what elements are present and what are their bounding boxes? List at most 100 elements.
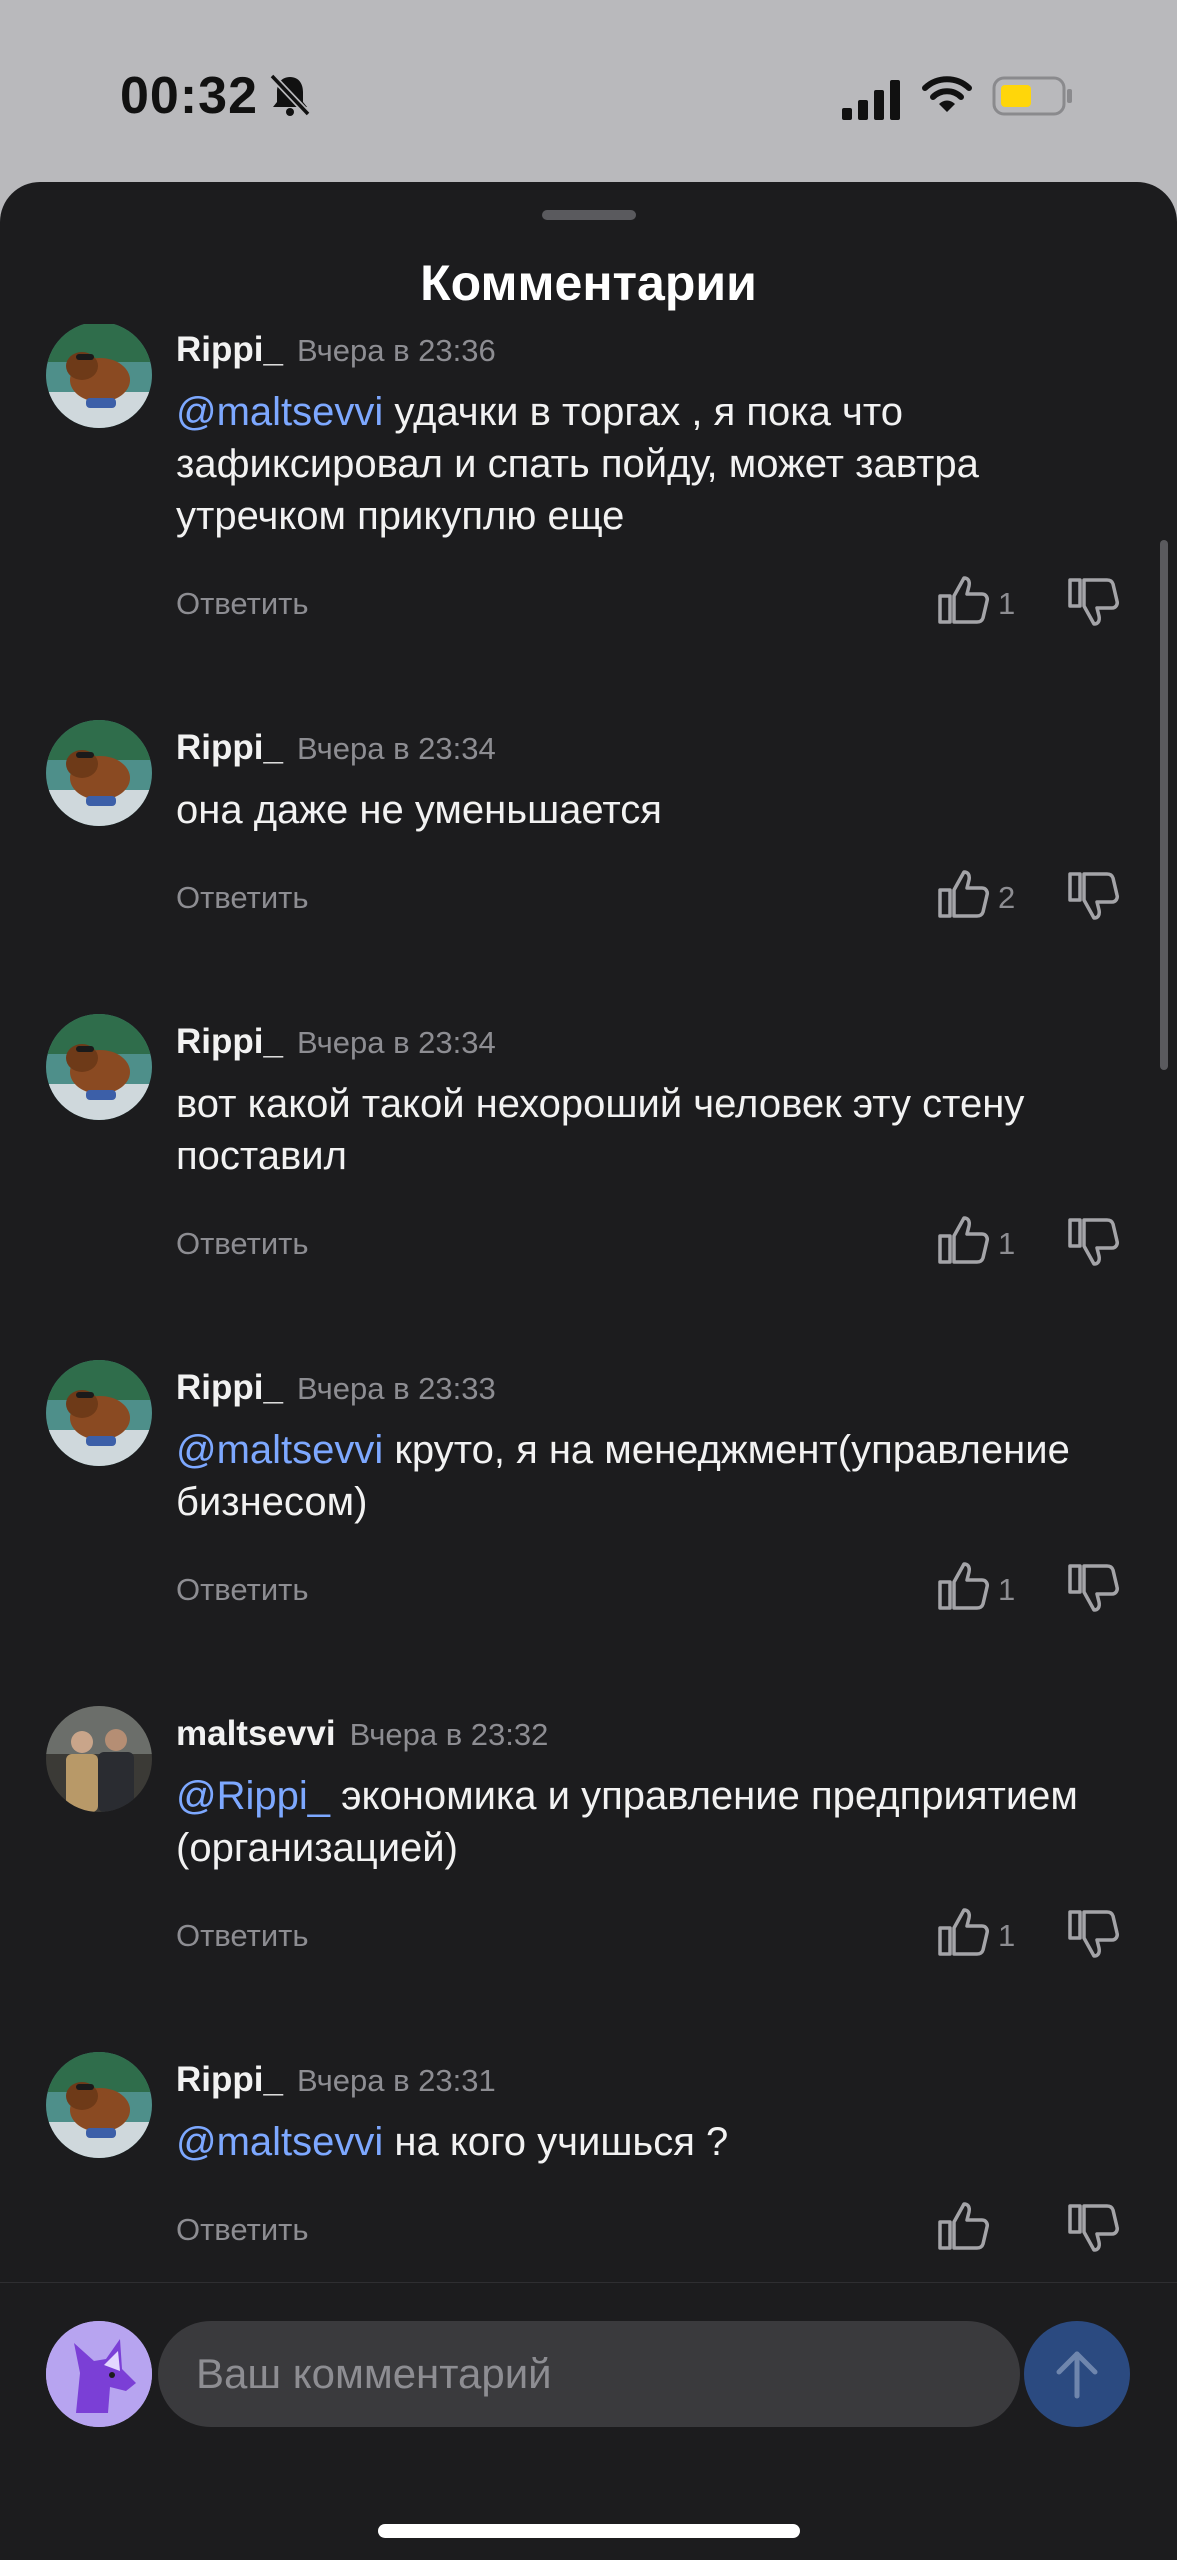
comments-sheet: Комментарии Rippi_ Вчера в 23:36 @maltsevv… bbox=[0, 182, 1177, 2560]
wifi-icon bbox=[922, 76, 972, 112]
comment-actions: Ответить 1 bbox=[176, 1208, 1119, 1288]
author-name[interactable]: maltsevvi bbox=[176, 1714, 336, 1754]
thumbs-down-icon bbox=[1066, 1218, 1120, 1272]
author-name[interactable]: Rippi_ bbox=[176, 2060, 283, 2100]
timestamp: Вчера в 23:34 bbox=[296, 731, 496, 766]
comment-item: Rippi_ Вчера в 23:31 @maltsevvi на кого уч… bbox=[0, 2010, 1177, 2282]
like-count: 2 bbox=[998, 880, 1016, 915]
comment-actions: Ответить bbox=[176, 2194, 1119, 2274]
comment-header: Rippi_ Вчера в 23:36 bbox=[176, 330, 1116, 382]
comment-actions: Ответить 1 bbox=[176, 1900, 1119, 1980]
dislike-button[interactable] bbox=[1066, 1214, 1120, 1268]
mention-link[interactable]: @maltsevvi bbox=[176, 1428, 383, 1472]
comment-message: вот какой такой нехороший человек эту ст… bbox=[176, 1082, 1025, 1178]
comment-composer bbox=[0, 2282, 1177, 2560]
timestamp: Вчера в 23:36 bbox=[296, 333, 496, 368]
avatar[interactable] bbox=[46, 1014, 152, 1120]
dislike-button[interactable] bbox=[1066, 574, 1120, 628]
avatar[interactable] bbox=[46, 1706, 152, 1812]
sheet-title: Комментарии bbox=[420, 255, 757, 311]
like-count: 1 bbox=[998, 586, 1016, 621]
comment-item: Rippi_ Вчера в 23:34 она даже не уменьшает… bbox=[0, 678, 1177, 972]
arrow-up-icon bbox=[1056, 2351, 1098, 2399]
avatar[interactable] bbox=[46, 2052, 152, 2158]
dislike-button[interactable] bbox=[1066, 1906, 1120, 1960]
comment-header: maltsevvi Вчера в 23:32 bbox=[176, 1714, 1116, 1766]
home-indicator[interactable] bbox=[378, 2524, 800, 2538]
dislike-button[interactable] bbox=[1066, 2200, 1120, 2254]
timestamp: Вчера в 23:31 bbox=[296, 2063, 496, 2098]
cellular-signal-icon bbox=[842, 80, 900, 120]
status-time: 00:32 bbox=[120, 67, 258, 125]
mention-link[interactable]: @maltsevvi bbox=[176, 2120, 383, 2164]
thumbs-down-icon bbox=[1066, 1910, 1120, 1964]
comment-body: Rippi_ Вчера в 23:34 она даже не уменьшает… bbox=[176, 678, 1119, 942]
reply-button[interactable]: Ответить bbox=[176, 586, 309, 622]
comment-text: @Rippi_ экономика и управление предприят… bbox=[176, 1770, 1116, 1874]
user-avatar bbox=[46, 2321, 152, 2427]
timestamp: Вчера в 23:32 bbox=[349, 1717, 549, 1752]
timestamp: Вчера в 23:33 bbox=[296, 1371, 496, 1406]
comment-header: Rippi_ Вчера в 23:31 bbox=[176, 2060, 1116, 2112]
comment-item: maltsevvi Вчера в 23:32 @Rippi_ экономика … bbox=[0, 1664, 1177, 2010]
comment-text: @maltsevvi круто, я на менеджмент(управл… bbox=[176, 1424, 1116, 1528]
like-count: 1 bbox=[998, 1226, 1016, 1261]
status-bar: 00:32 bbox=[0, 0, 1177, 180]
author-name[interactable]: Rippi_ bbox=[176, 330, 283, 370]
comment-item: Rippi_ Вчера в 23:36 @maltsevvi удачки в т… bbox=[0, 324, 1177, 678]
avatar[interactable] bbox=[46, 720, 152, 826]
like-button[interactable]: 1 bbox=[936, 1904, 1026, 1964]
dislike-button[interactable] bbox=[1066, 1560, 1120, 1614]
comment-actions: Ответить 2 bbox=[176, 862, 1119, 942]
comment-body: Rippi_ Вчера в 23:33 @maltsevvi круто, я н… bbox=[176, 1318, 1119, 1634]
comment-body: maltsevvi Вчера в 23:32 @Rippi_ экономика … bbox=[176, 1664, 1119, 1980]
author-name[interactable]: Rippi_ bbox=[176, 1022, 283, 1062]
comment-text: @maltsevvi удачки в торгах , я пока что … bbox=[176, 386, 1116, 542]
comment-body: Rippi_ Вчера в 23:36 @maltsevvi удачки в т… bbox=[176, 324, 1119, 648]
comment-text: вот какой такой нехороший человек эту ст… bbox=[176, 1078, 1116, 1182]
mention-link[interactable]: @Rippi_ bbox=[176, 1774, 330, 1818]
author-name[interactable]: Rippi_ bbox=[176, 1368, 283, 1408]
comment-actions: Ответить 1 bbox=[176, 568, 1119, 648]
reply-button[interactable]: Ответить bbox=[176, 2212, 309, 2248]
comment-item: Rippi_ Вчера в 23:33 @maltsevvi круто, я н… bbox=[0, 1318, 1177, 1664]
sheet-grabber[interactable] bbox=[542, 210, 636, 220]
comment-body: Rippi_ Вчера в 23:31 @maltsevvi на кого уч… bbox=[176, 2010, 1119, 2274]
comment-text: @maltsevvi на кого учишься ? bbox=[176, 2116, 1116, 2168]
comments-list: Rippi_ Вчера в 23:36 @maltsevvi удачки в т… bbox=[0, 324, 1177, 2282]
mention-link[interactable]: @maltsevvi bbox=[176, 390, 383, 434]
reply-button[interactable]: Ответить bbox=[176, 1918, 309, 1954]
comment-item: Rippi_ Вчера в 23:34 вот какой такой нехор… bbox=[0, 972, 1177, 1318]
comment-header: Rippi_ Вчера в 23:34 bbox=[176, 728, 1116, 780]
battery-icon bbox=[992, 76, 1072, 116]
comments-viewport[interactable]: Rippi_ Вчера в 23:36 @maltsevvi удачки в т… bbox=[0, 324, 1177, 2282]
like-button[interactable]: 1 bbox=[936, 1558, 1026, 1618]
comment-body: Rippi_ Вчера в 23:34 вот какой такой нехор… bbox=[176, 972, 1119, 1288]
like-button[interactable]: 2 bbox=[936, 866, 1026, 926]
comment-input[interactable] bbox=[158, 2321, 1020, 2427]
comment-header: Rippi_ Вчера в 23:34 bbox=[176, 1022, 1116, 1074]
comment-message: на кого учишься ? bbox=[383, 2120, 729, 2164]
like-count: 1 bbox=[998, 1918, 1016, 1953]
like-button[interactable]: 1 bbox=[936, 1212, 1026, 1272]
reply-button[interactable]: Ответить bbox=[176, 1226, 309, 1262]
comment-text: она даже не уменьшается bbox=[176, 784, 1116, 836]
comment-header: Rippi_ Вчера в 23:33 bbox=[176, 1368, 1116, 1420]
author-name[interactable]: Rippi_ bbox=[176, 728, 283, 768]
like-button[interactable] bbox=[936, 2198, 1026, 2258]
scrollbar[interactable] bbox=[1160, 540, 1168, 1070]
like-count: 1 bbox=[998, 1572, 1016, 1607]
timestamp: Вчера в 23:34 bbox=[296, 1025, 496, 1060]
thumbs-down-icon bbox=[1066, 872, 1120, 926]
reply-button[interactable]: Ответить bbox=[176, 1572, 309, 1608]
thumbs-down-icon bbox=[1066, 2204, 1120, 2258]
send-button[interactable] bbox=[1024, 2321, 1130, 2427]
avatar[interactable] bbox=[46, 1360, 152, 1466]
reply-button[interactable]: Ответить bbox=[176, 880, 309, 916]
comment-message: она даже не уменьшается bbox=[176, 788, 662, 832]
dislike-button[interactable] bbox=[1066, 868, 1120, 922]
thumbs-down-icon bbox=[1066, 1564, 1120, 1618]
avatar[interactable] bbox=[46, 324, 152, 428]
thumbs-down-icon bbox=[1066, 578, 1120, 632]
like-button[interactable]: 1 bbox=[936, 572, 1026, 632]
